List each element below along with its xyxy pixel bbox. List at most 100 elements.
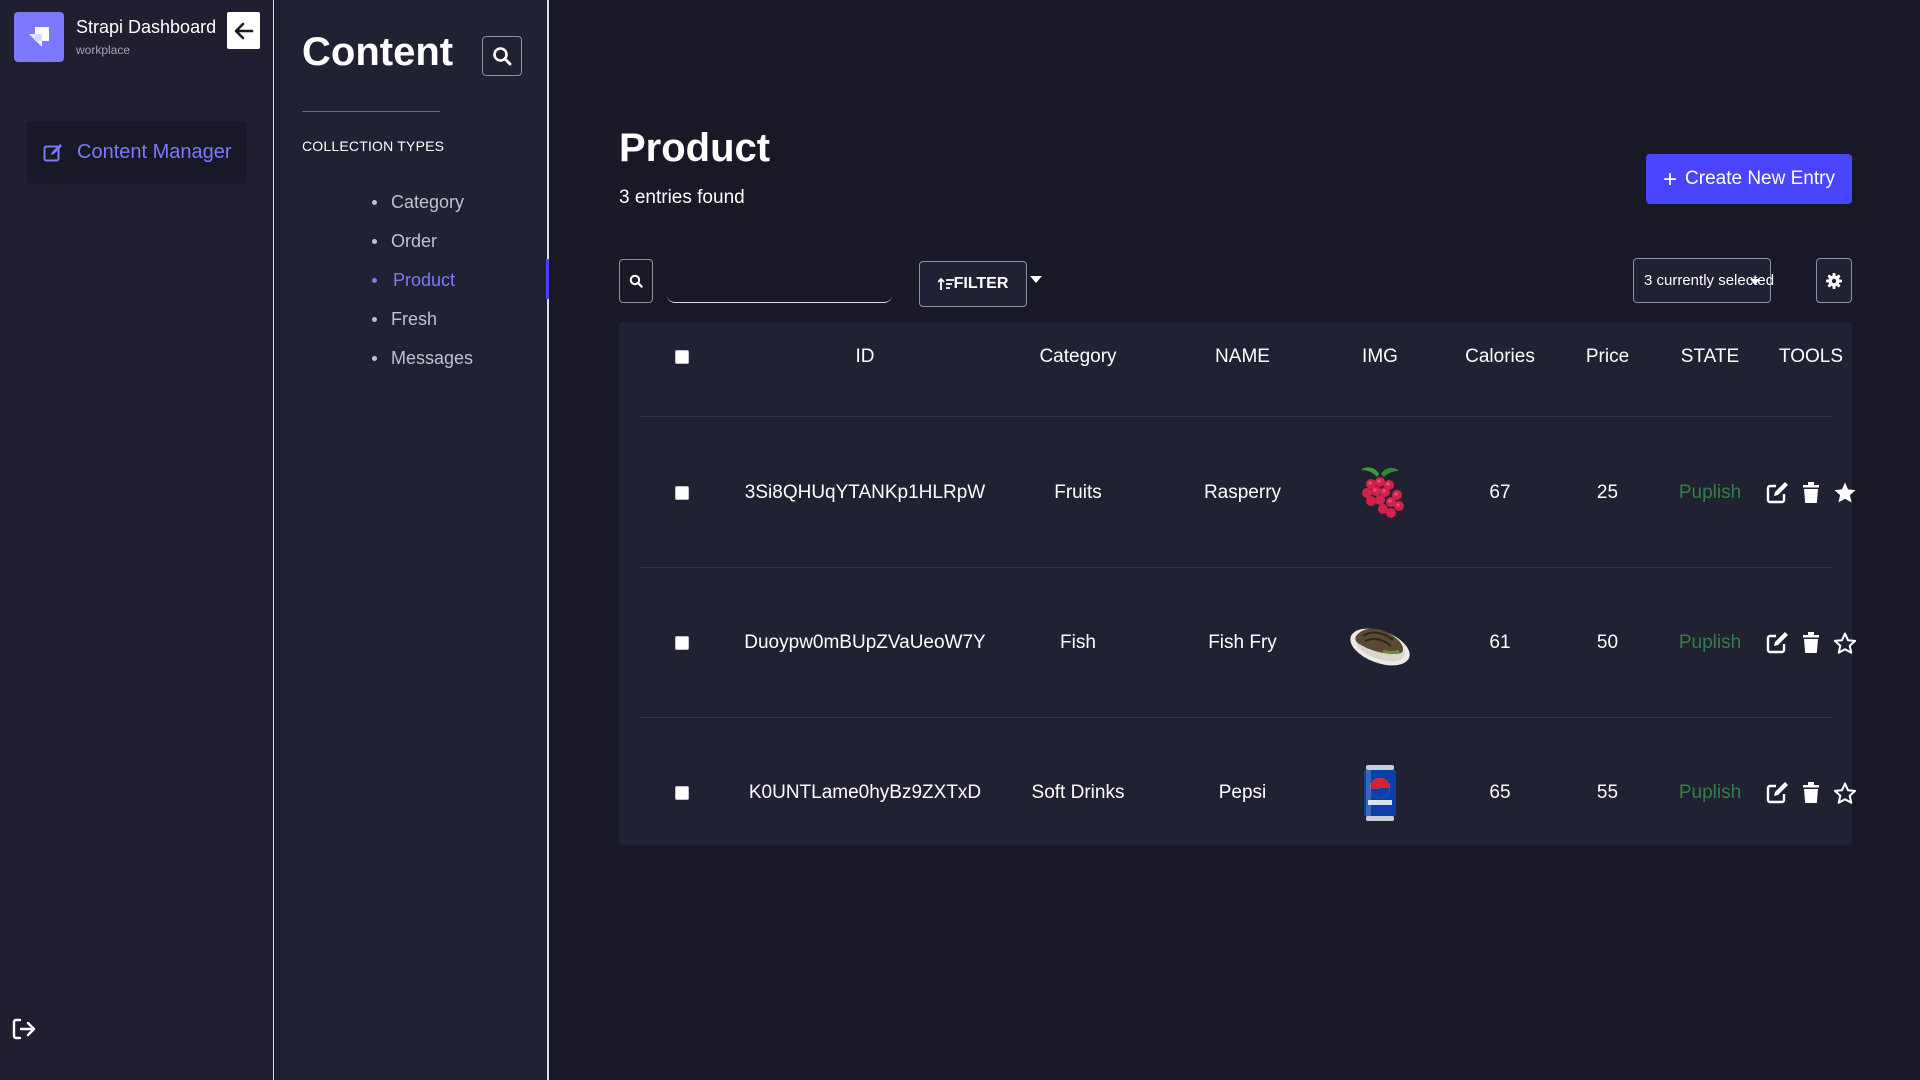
- star-outline-icon: [1833, 632, 1857, 654]
- collection-item-category[interactable]: Category: [275, 183, 547, 222]
- collection-types-list: Category Order Product Fresh Messages: [275, 183, 547, 378]
- cell-category: Fish: [1060, 631, 1096, 653]
- cell-img: [1330, 568, 1430, 717]
- favorite-button[interactable]: [1833, 481, 1857, 505]
- brand-subtitle: workplace: [76, 43, 131, 57]
- cell-state: Puplish: [1678, 481, 1742, 503]
- main-nav: Strapi Dashboard workplace Content Manag…: [0, 0, 274, 1080]
- fish-fry-image: [1350, 628, 1410, 665]
- cell-calories: 61: [1489, 631, 1511, 653]
- favorite-button[interactable]: [1833, 631, 1857, 655]
- strapi-logo-icon: [14, 12, 64, 62]
- star-outline-icon: [1833, 782, 1857, 804]
- delete-button[interactable]: [1799, 781, 1823, 805]
- cell-tools: [1761, 568, 1861, 717]
- edit-button[interactable]: [1765, 631, 1789, 655]
- table-row[interactable]: Duoypw0mBUpZVaUeoW7Y Fish Fish Fry 61 50…: [640, 568, 1857, 718]
- filter-button[interactable]: FILTER: [919, 261, 1027, 307]
- collection-item-order[interactable]: Order: [275, 222, 547, 261]
- trash-icon: [1803, 631, 1819, 653]
- raspberry-image: [1361, 466, 1404, 518]
- header-tools: TOOLS: [1778, 345, 1844, 367]
- cell-category: Fruits: [1054, 481, 1102, 503]
- cell-state: Puplish: [1678, 782, 1742, 803]
- filter-label: FILTER: [953, 275, 1009, 292]
- header-category[interactable]: Category: [998, 322, 1158, 391]
- cell-price: 55: [1596, 782, 1619, 803]
- nav-item-content-manager[interactable]: Content Manager: [27, 121, 247, 184]
- cell-id: 3Si8QHUqYTANKp1HLRpW: [744, 481, 986, 503]
- table-row[interactable]: 3Si8QHUqYTANKp1HLRpW Fruits Rasperry 67 …: [640, 418, 1856, 568]
- header-calories[interactable]: Calories: [1440, 322, 1560, 391]
- logout-button[interactable]: [12, 1018, 36, 1040]
- cell-name: Rasperry: [1203, 481, 1282, 503]
- cell-img: [1330, 718, 1430, 868]
- brand: Strapi Dashboard workplace: [14, 12, 260, 64]
- arrow-left-icon: [234, 22, 253, 39]
- products-table: ID Category NAME IMG Calories Price STAT…: [619, 322, 1857, 845]
- table-settings-button[interactable]: [1816, 258, 1852, 303]
- page-title: Product: [619, 126, 771, 170]
- logout-icon: [12, 1018, 36, 1040]
- cell-name: Pepsi: [1218, 782, 1267, 803]
- content-subnav: Content COLLECTION TYPES Category Order …: [275, 0, 549, 1080]
- favorite-button[interactable]: [1833, 781, 1857, 805]
- edit-button[interactable]: [1765, 781, 1789, 805]
- filter-dropdown-caret-icon[interactable]: [1030, 276, 1042, 284]
- table-search-input[interactable]: [667, 259, 892, 303]
- header-name[interactable]: NAME: [1160, 322, 1325, 391]
- table-row[interactable]: K0UNTLame0hyBz9ZXTxD Soft Drinks Pepsi 6…: [640, 718, 1857, 868]
- collapse-nav-button[interactable]: [227, 12, 260, 49]
- create-new-entry-label: Create New Entry: [1685, 168, 1835, 189]
- brand-title: Strapi Dashboard: [76, 17, 217, 37]
- subnav-search-button[interactable]: [482, 36, 522, 76]
- edit-button[interactable]: [1765, 481, 1789, 505]
- trash-icon: [1803, 782, 1819, 803]
- header-state: STATE: [1680, 345, 1740, 367]
- delete-button[interactable]: [1799, 631, 1823, 655]
- subnav-divider: [302, 111, 440, 112]
- chevron-down-icon: [1750, 279, 1760, 285]
- cell-tools: [1761, 418, 1861, 567]
- star-icon: [1834, 482, 1856, 502]
- search-icon: [493, 47, 512, 66]
- row-checkbox[interactable]: [675, 786, 689, 800]
- edit-icon: [1766, 481, 1788, 503]
- table-search-button[interactable]: [619, 259, 653, 303]
- header-img: IMG: [1362, 345, 1398, 367]
- gear-icon: [1826, 272, 1842, 289]
- row-checkbox[interactable]: [675, 485, 689, 500]
- app-root: Strapi Dashboard workplace Content Manag…: [0, 0, 1920, 1080]
- edit-icon: [43, 143, 62, 161]
- search-icon: [629, 274, 643, 288]
- content-manager-label: Content Manager: [77, 141, 232, 163]
- row-checkbox[interactable]: [675, 635, 689, 650]
- cell-tools: [1761, 718, 1861, 868]
- entries-count: 3 entries found: [619, 187, 745, 208]
- collection-item-messages[interactable]: Messages: [275, 339, 547, 378]
- cell-name: Fish Fry: [1208, 631, 1277, 653]
- collection-types-title: COLLECTION TYPES: [302, 138, 445, 154]
- columns-select[interactable]: 3 currently selected: [1633, 258, 1774, 303]
- cell-calories: 67: [1489, 481, 1511, 503]
- subnav-title: Content: [302, 30, 454, 74]
- cell-id: Duoypw0mBUpZVaUeoW7Y: [744, 631, 986, 653]
- cell-price: 25: [1596, 481, 1619, 503]
- delete-button[interactable]: [1799, 481, 1823, 505]
- header-price[interactable]: Price: [1560, 322, 1655, 391]
- collection-item-product[interactable]: Product: [275, 261, 547, 300]
- cell-img: [1330, 418, 1430, 567]
- pepsi-can-image: [1364, 765, 1396, 821]
- header-id[interactable]: ID: [750, 322, 980, 391]
- edit-icon: [1766, 782, 1788, 804]
- create-new-entry-button[interactable]: + Create New Entry: [1646, 154, 1852, 204]
- sort-icon: [937, 277, 954, 290]
- table-header-row: ID Category NAME IMG Calories Price STAT…: [640, 322, 1843, 417]
- collection-item-fresh[interactable]: Fresh: [275, 300, 547, 339]
- cell-category: Soft Drinks: [1031, 782, 1125, 803]
- active-indicator: [546, 259, 549, 299]
- select-all-checkbox[interactable]: [675, 349, 689, 364]
- cell-price: 50: [1596, 631, 1619, 653]
- cell-calories: 65: [1489, 782, 1511, 803]
- cell-id: K0UNTLame0hyBz9ZXTxD: [748, 782, 982, 803]
